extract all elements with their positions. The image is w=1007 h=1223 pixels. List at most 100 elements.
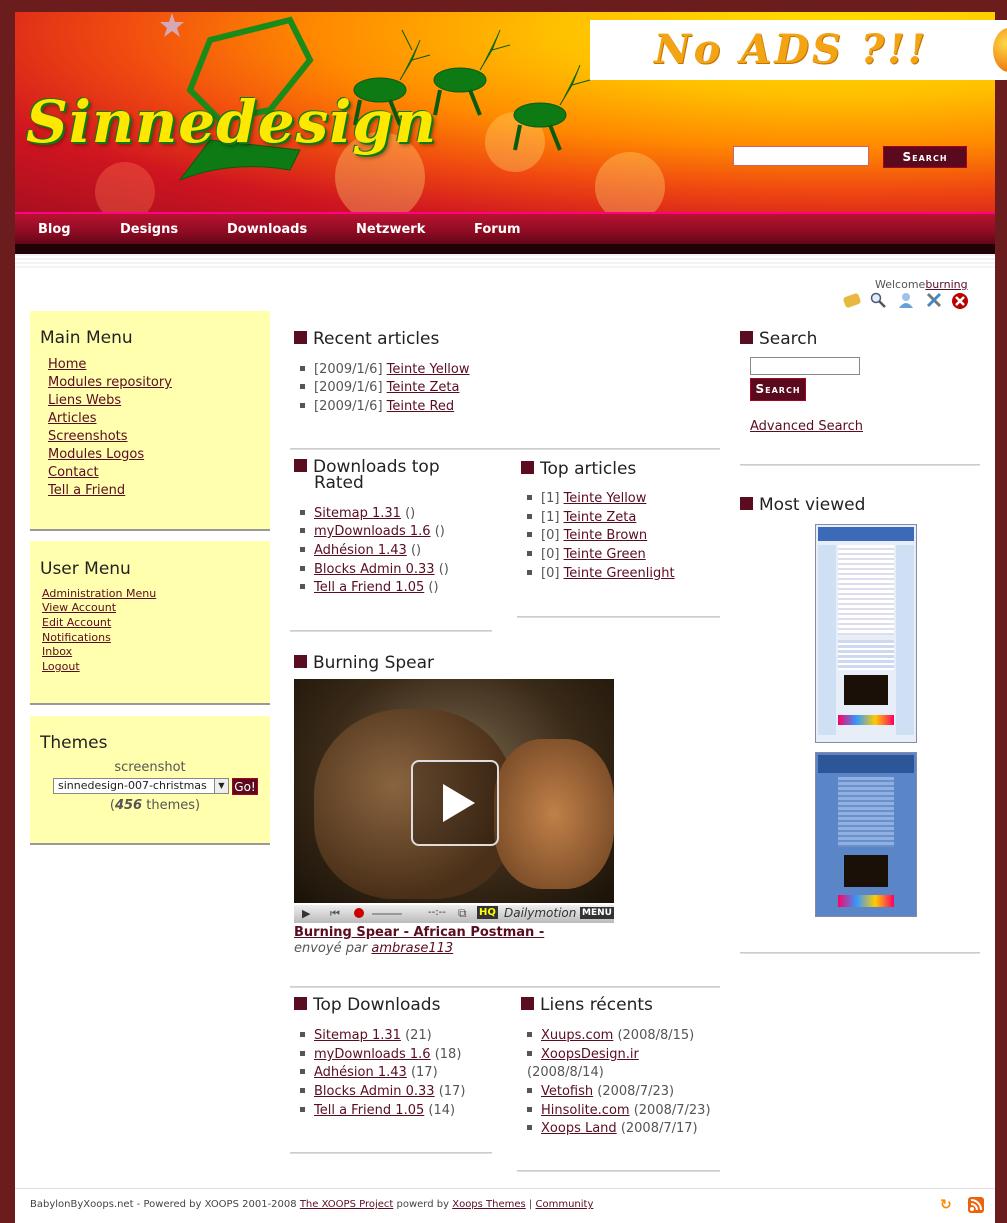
top-article-link-4[interactable]: Teinte Greenlight <box>564 566 675 581</box>
nav-designs[interactable]: Designs <box>120 222 178 237</box>
dl-rated-link-2[interactable]: Adhésion 1.43 <box>314 543 407 558</box>
footer-xoops-themes-link[interactable]: Xoops Themes <box>452 1199 526 1210</box>
refresh-icon[interactable]: ↻ <box>940 1198 954 1212</box>
footer-text: BabylonByXoops.net - Powered by XOOPS 20… <box>30 1199 593 1210</box>
user-icon[interactable] <box>898 292 914 308</box>
header-search-button[interactable]: Search <box>883 146 967 168</box>
volume-icon[interactable] <box>354 908 364 918</box>
top-dl-link-4[interactable]: Tell a Friend 1.05 <box>314 1103 424 1118</box>
nav-netzwerk[interactable]: Netzwerk <box>356 222 425 237</box>
header-search-input[interactable] <box>733 146 869 166</box>
footer-community-link[interactable]: Community <box>535 1199 593 1210</box>
fullscreen-icon[interactable]: ⧉ <box>458 906 467 921</box>
welcome-user-link[interactable]: burning <box>925 278 967 291</box>
lien-link-1[interactable]: XoopsDesign.ir <box>541 1047 639 1062</box>
ad-banner[interactable]: No ADS ?!! <box>590 20 1007 80</box>
list-item: [0] Teinte Greenlight <box>527 566 675 581</box>
user-menu-edit-account[interactable]: Edit Account <box>42 616 111 629</box>
burning-spear-title: Burning Spear <box>294 653 434 673</box>
player-menu-button[interactable]: MENU <box>580 907 614 919</box>
top-dl-link-0[interactable]: Sitemap 1.31 <box>314 1028 401 1043</box>
nav-blog[interactable]: Blog <box>38 222 71 237</box>
lien-date-4: (2008/7/17) <box>620 1121 698 1136</box>
nav-downloads[interactable]: Downloads <box>227 222 307 237</box>
footer-text-mid: powerd by <box>393 1199 453 1210</box>
user-menu-view-account[interactable]: View Account <box>42 601 116 614</box>
list-item: [1] Teinte Zeta <box>527 510 636 525</box>
dl-rated-extra-4: () <box>428 580 439 595</box>
welcome-prefix: Welcome <box>875 278 926 291</box>
recent-date-1: [2009/1/6] <box>314 380 383 395</box>
top-article-link-1[interactable]: Teinte Zeta <box>564 510 637 525</box>
footer-xoops-project-link[interactable]: The XOOPS Project <box>300 1199 394 1210</box>
list-item: Adhésion 1.43 (17) <box>300 1065 438 1080</box>
user-menu-admin[interactable]: Administration Menu <box>42 587 156 600</box>
tools-icon[interactable] <box>926 292 942 308</box>
lien-link-0[interactable]: Xuups.com <box>541 1028 613 1043</box>
menu-articles[interactable]: Articles <box>48 411 96 426</box>
top-dl-count-4: (14) <box>428 1103 456 1118</box>
rss-icon[interactable] <box>968 1197 984 1213</box>
list-item: Blocks Admin 0.33 (17) <box>300 1084 465 1099</box>
theme-select[interactable]: sinnedesign-007-christmas ▼ <box>53 778 229 794</box>
recent-date-2: [2009/1/6] <box>314 399 383 414</box>
recent-article-link-2[interactable]: Teinte Red <box>387 399 455 414</box>
play-small-icon[interactable]: ▶ <box>302 907 310 920</box>
dl-rated-link-4[interactable]: Tell a Friend 1.05 <box>314 580 424 595</box>
top-dl-link-3[interactable]: Blocks Admin 0.33 <box>314 1084 435 1099</box>
menu-liens-webs[interactable]: Liens Webs <box>48 393 121 408</box>
top-article-link-0[interactable]: Teinte Yellow <box>564 491 647 506</box>
previous-icon[interactable]: ⏮ <box>330 907 340 921</box>
top-dl-link-1[interactable]: myDownloads 1.6 <box>314 1047 431 1062</box>
right-search-input[interactable] <box>750 357 860 375</box>
right-search-button[interactable]: Search <box>750 378 806 401</box>
nav-forum[interactable]: Forum <box>474 222 521 237</box>
advanced-search-link[interactable]: Advanced Search <box>750 419 863 434</box>
downloads-top-rated-title-2: Rated <box>314 473 364 493</box>
volume-slider[interactable] <box>372 913 402 915</box>
top-article-link-3[interactable]: Teinte Green <box>564 547 646 562</box>
lien-link-2[interactable]: Vetofish <box>541 1084 593 1099</box>
divider <box>290 448 720 450</box>
user-menu-inbox[interactable]: Inbox <box>42 645 72 658</box>
menu-home[interactable]: Home <box>48 357 86 372</box>
most-viewed-thumbnail-1[interactable] <box>815 524 917 743</box>
lien-link-3[interactable]: Hinsolite.com <box>541 1103 630 1118</box>
dailymotion-logo[interactable]: Dailymotion <box>504 906 576 920</box>
top-dl-link-2[interactable]: Adhésion 1.43 <box>314 1065 407 1080</box>
top-article-count-1: [1] <box>541 510 560 525</box>
theme-go-button[interactable]: Go! <box>232 778 258 795</box>
sent-by-user-link[interactable]: ambrase113 <box>371 941 453 956</box>
top-articles-title: Top articles <box>521 459 636 479</box>
divider <box>740 952 980 954</box>
recent-article-link-1[interactable]: Teinte Zeta <box>387 380 460 395</box>
dl-rated-link-1[interactable]: myDownloads 1.6 <box>314 524 431 539</box>
video-player[interactable] <box>294 679 614 903</box>
play-icon[interactable] <box>411 760 499 846</box>
dl-rated-extra-3: () <box>438 562 449 577</box>
recent-article-link-0[interactable]: Teinte Yellow <box>387 362 470 377</box>
user-menu-title: User Menu <box>40 559 131 579</box>
user-menu-logout[interactable]: Logout <box>42 660 80 673</box>
menu-contact[interactable]: Contact <box>48 465 99 480</box>
top-article-link-2[interactable]: Teinte Brown <box>564 528 648 543</box>
list-item: [2009/1/6] Teinte Yellow <box>300 362 470 377</box>
user-menu-notifications[interactable]: Notifications <box>42 631 111 644</box>
most-viewed-thumbnail-2[interactable] <box>815 752 917 917</box>
lien-link-4[interactable]: Xoops Land <box>541 1121 617 1136</box>
list-item: [2009/1/6] Teinte Zeta <box>300 380 459 395</box>
dl-rated-link-0[interactable]: Sitemap 1.31 <box>314 506 401 521</box>
video-title-link[interactable]: Burning Spear - African Postman - <box>294 925 544 940</box>
menu-modules-logos[interactable]: Modules Logos <box>48 447 144 462</box>
top-article-count-2: [0] <box>541 528 560 543</box>
site-logo[interactable]: Sinnedesign <box>26 88 437 156</box>
menu-screenshots[interactable]: Screenshots <box>48 429 128 444</box>
menu-tell-a-friend[interactable]: Tell a Friend <box>48 483 125 498</box>
search-icon[interactable] <box>870 292 886 308</box>
logout-icon[interactable] <box>951 292 968 309</box>
dl-rated-link-3[interactable]: Blocks Admin 0.33 <box>314 562 435 577</box>
divider <box>740 464 980 466</box>
hq-button[interactable]: HQ <box>477 906 498 919</box>
themes-block: Themes screenshot sinnedesign-007-christ… <box>30 716 270 845</box>
menu-modules-repository[interactable]: Modules repository <box>48 375 172 390</box>
